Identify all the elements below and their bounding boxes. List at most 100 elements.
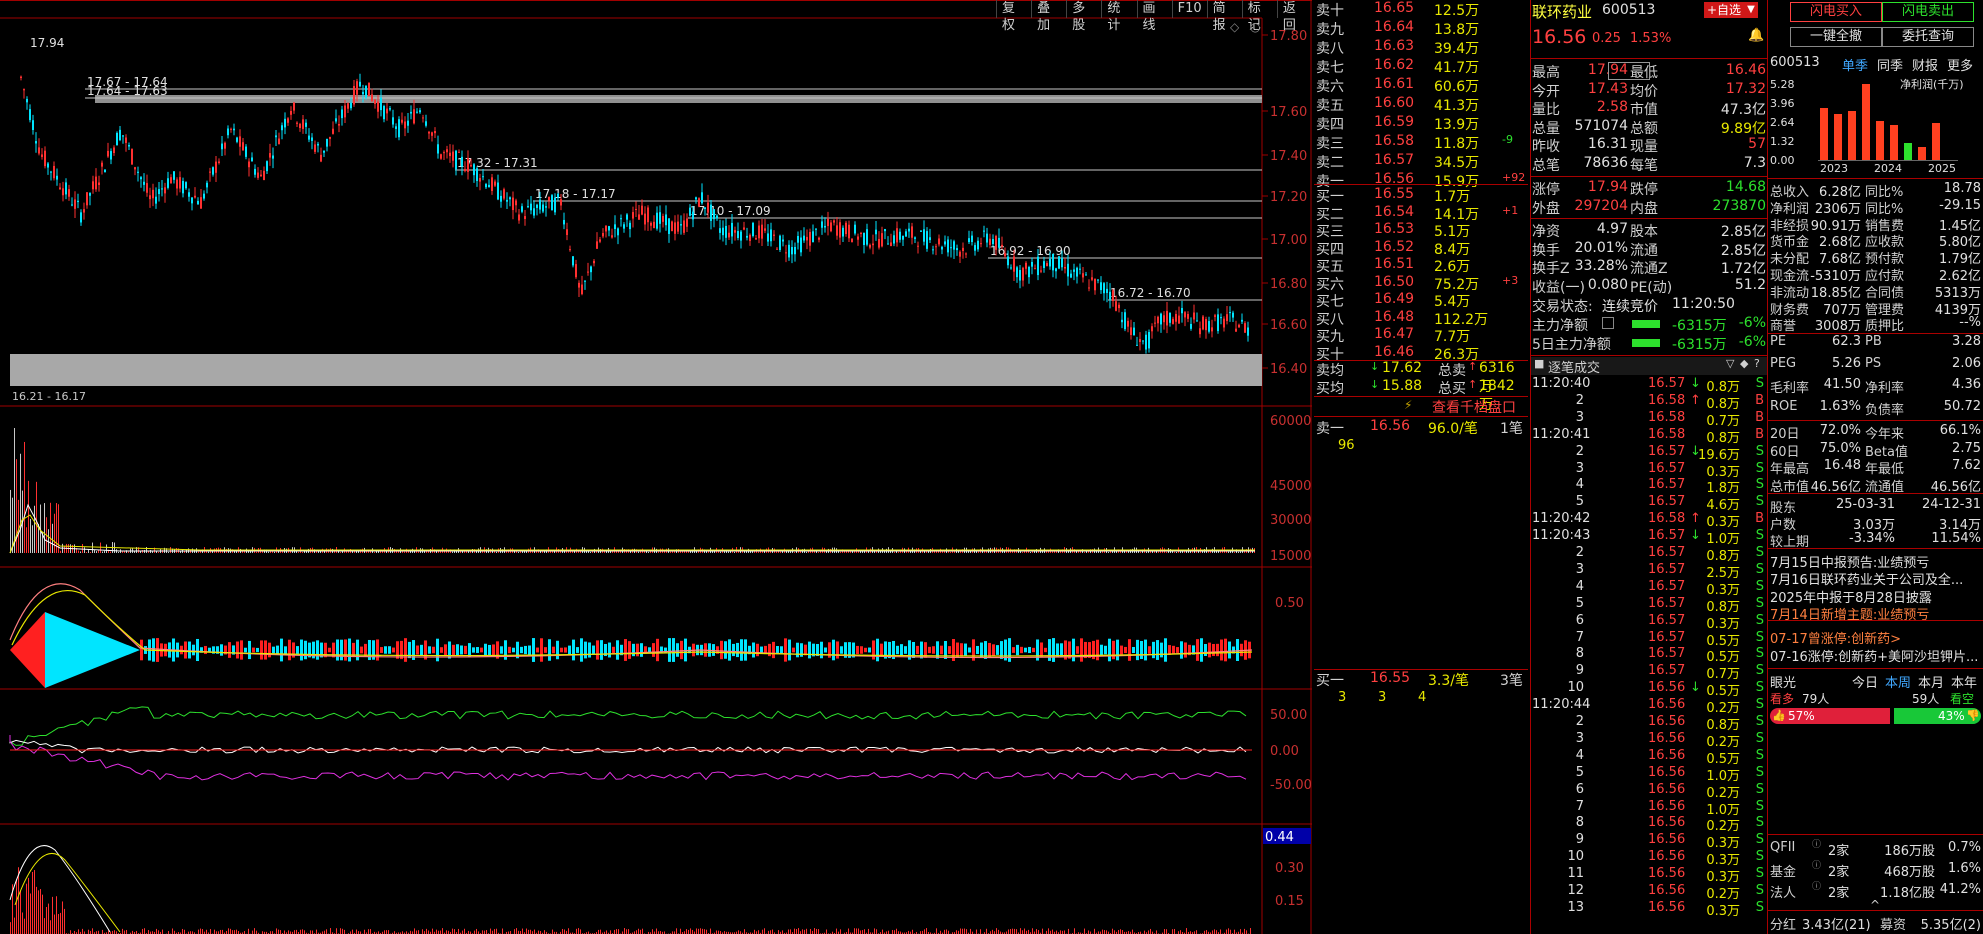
f10-label: PS — [1865, 355, 1882, 371]
candle-body — [443, 152, 445, 154]
candle-body — [539, 199, 541, 210]
bid-row[interactable]: 买一 16.55 1.7万 — [1314, 186, 1528, 205]
ask-row[interactable]: 卖三 16.58 11.8万 -9 — [1314, 133, 1528, 152]
candle-body — [713, 209, 715, 220]
toolbar-item-1[interactable]: 叠加 — [1031, 0, 1066, 33]
vision-tab-1[interactable]: 本周 — [1885, 672, 1911, 691]
f10-tab-0[interactable]: 单季 — [1842, 55, 1868, 74]
toolbar-item-0[interactable]: 复权 — [996, 0, 1031, 33]
limit-news-item[interactable]: 07-16涨停:创新药+美阿沙坦钾片... — [1770, 646, 1981, 665]
dropdown-icon[interactable]: ▼ — [1744, 2, 1758, 18]
ask-row[interactable]: 卖二 16.57 34.5万 — [1314, 152, 1528, 171]
candle-body — [92, 181, 94, 190]
bid-row[interactable]: 买六 16.50 75.2万 +3 — [1314, 274, 1528, 293]
candle-body — [1109, 291, 1111, 300]
ask-row[interactable]: 卖九 16.64 13.8万 — [1314, 19, 1528, 38]
news-item[interactable]: 2025年中报于8月28日披露 — [1770, 587, 1981, 606]
5day-net-flow[interactable]: 5日主力净额 -6315万 -6% — [1530, 334, 1768, 353]
holder-value: 11.54% — [1931, 531, 1981, 546]
bid-row[interactable]: 买二 16.54 14.1万 +1 — [1314, 204, 1528, 223]
volume-bar — [244, 551, 245, 553]
candle-body — [599, 239, 601, 242]
ask-row[interactable]: 卖十 16.65 12.5万 — [1314, 0, 1528, 19]
vision-tab-0[interactable]: 今日 — [1852, 672, 1878, 691]
candle-body — [20, 76, 22, 78]
filter-icon[interactable]: ▽ — [1726, 357, 1734, 370]
vision-tab-3[interactable]: 本年 — [1951, 672, 1977, 691]
vision-tab-2[interactable]: 本月 — [1918, 672, 1944, 691]
ask-row[interactable]: 卖七 16.62 41.7万 — [1314, 57, 1528, 76]
macd-bar — [796, 642, 799, 658]
view-1000-link[interactable]: 查看千档盘口 — [1432, 397, 1516, 417]
indicator2-bar — [1052, 929, 1053, 934]
indicator2-bar — [516, 928, 517, 934]
bid-row[interactable]: 买五 16.51 2.6万 — [1314, 256, 1528, 275]
add-watch-button[interactable]: +自选 — [1704, 2, 1745, 18]
trade-row: 12 16.56 0.2万 S — [1530, 883, 1768, 902]
bell-icon[interactable]: 🔔 — [1748, 28, 1764, 43]
candle-body — [962, 247, 964, 252]
bid-row[interactable]: 买八 16.48 112.2万 — [1314, 309, 1528, 328]
ask-price: 16.64 — [1374, 19, 1415, 35]
dot-icon[interactable]: ○ — [1250, 20, 1260, 34]
candlestick-chart[interactable]: 17.8017.6017.4017.2017.0016.8016.6016.40… — [0, 0, 1312, 934]
info-icon[interactable]: ⓘ — [1812, 858, 1821, 871]
news-item[interactable]: 7月15日中报预告:业绩预亏 — [1770, 552, 1981, 571]
candle-body — [938, 238, 940, 245]
toolbar-item-3[interactable]: 统计 — [1101, 0, 1136, 33]
macd-bar — [188, 641, 191, 659]
bid-row[interactable]: 买三 16.53 5.1万 — [1314, 221, 1528, 240]
news-item[interactable]: 7月16日联环药业关于公司及全... — [1770, 569, 1981, 588]
entrust-query-button[interactable]: 委托查询 — [1882, 27, 1974, 47]
bid1-queue-row[interactable]: 买一 16.55 3.3/笔 3笔 — [1314, 670, 1528, 689]
bid-row[interactable]: 买九 16.47 7.7万 — [1314, 326, 1528, 345]
toolbar-item-2[interactable]: 多股 — [1066, 0, 1101, 33]
f10-tab-2[interactable]: 财报 — [1912, 55, 1938, 74]
ask-volume: 11.8万 — [1434, 136, 1480, 152]
indicator2-bar — [686, 929, 687, 934]
candle-body — [287, 118, 289, 123]
diamond-icon[interactable]: ◇ — [1230, 20, 1239, 34]
cancel-all-button[interactable]: 一键全撤 — [1790, 27, 1882, 47]
toolbar-item-8[interactable]: 返回 — [1276, 0, 1312, 33]
candle-body — [1145, 334, 1147, 350]
collapse-icon[interactable]: ■ — [1534, 357, 1544, 370]
toolbar-item-6[interactable]: 简报 — [1206, 0, 1242, 33]
candle-body — [470, 165, 472, 167]
volume-bar — [1096, 551, 1097, 553]
toolbar-item-7[interactable]: 标记 — [1241, 0, 1277, 33]
volume-bar — [26, 527, 27, 553]
candle-body — [1187, 314, 1189, 319]
ask-row[interactable]: 卖六 16.61 60.6万 — [1314, 76, 1528, 95]
candle-body — [1046, 263, 1048, 267]
f10-divider — [1768, 620, 1983, 621]
indicator2-bar — [1094, 928, 1095, 934]
ask-row[interactable]: 卖八 16.63 39.4万 — [1314, 38, 1528, 57]
candle-body — [1034, 268, 1036, 270]
toolbar-item-5[interactable]: F10 — [1171, 0, 1207, 18]
flash-sell-button[interactable]: 闪电卖出 — [1882, 2, 1974, 22]
main-net-flow[interactable]: 主力净额 -6315万 -6% — [1530, 315, 1768, 334]
grid-icon[interactable] — [1602, 317, 1614, 329]
trade-row: 11:20:42 16.58 ↑ 0.3万 B — [1530, 511, 1768, 530]
limit-news-item[interactable]: 07-17曾涨停:创新药> — [1770, 628, 1981, 647]
indicator2-bar — [868, 928, 869, 934]
info-icon[interactable]: ⓘ — [1812, 837, 1821, 850]
f10-tab-1[interactable]: 同季 — [1877, 55, 1903, 74]
bid-row[interactable]: 买七 16.49 5.4万 — [1314, 291, 1528, 310]
flash-buy-button[interactable]: 闪电买入 — [1790, 2, 1882, 22]
bid-row[interactable]: 买四 16.52 8.4万 — [1314, 239, 1528, 258]
chart-area[interactable]: 17.80 17.60 17.40 17.20 17.00 16.80 16.60 16.40… — [0, 0, 1312, 934]
macd-bar — [1160, 642, 1163, 658]
ask-row[interactable]: 卖四 16.59 13.9万 — [1314, 114, 1528, 133]
candle-body — [941, 246, 943, 250]
candle-body — [719, 228, 721, 233]
info-icon[interactable]: ⓘ — [1812, 879, 1821, 892]
ask-row[interactable]: 卖五 16.60 41.3万 — [1314, 95, 1528, 114]
ask1-queue-row[interactable]: 卖一 16.56 96.0/笔 1笔 — [1314, 418, 1528, 437]
help-icon[interactable]: ? — [1754, 357, 1760, 370]
f10-tab-3[interactable]: 更多 — [1947, 55, 1973, 74]
toolbar-item-4[interactable]: 画线 — [1136, 0, 1172, 33]
settings-icon[interactable]: ◆ — [1740, 357, 1748, 370]
candle-body — [845, 222, 847, 235]
